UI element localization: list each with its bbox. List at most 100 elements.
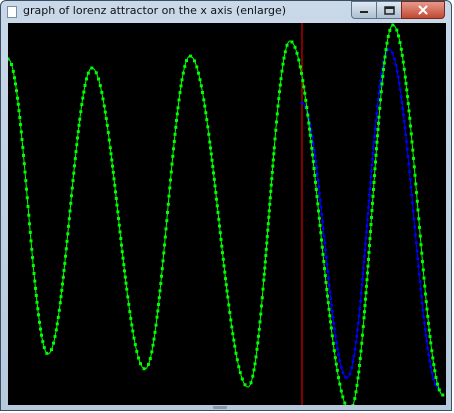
series-point [120,243,123,247]
maximize-button[interactable] [376,1,401,19]
series-point [38,320,41,324]
series-point [272,152,276,156]
series-point [370,169,373,173]
series-point [314,188,318,191]
series-point [16,102,20,106]
series-point [311,153,314,157]
series-point [19,130,23,134]
series-point [337,376,340,380]
series-point [215,197,218,201]
series-point [148,357,152,361]
series-point [373,135,376,138]
series-point [79,110,83,114]
series-point [18,116,22,119]
green-series [8,23,445,406]
series-point [55,322,59,326]
series-point [302,85,306,89]
series-point [185,59,188,63]
series-point [327,284,331,287]
series-point [409,185,413,189]
series-point [290,40,294,44]
series-point [175,119,178,122]
series-point [330,334,334,338]
series-point [123,275,127,279]
series-point [23,170,27,174]
series-point [82,90,86,94]
series-point [380,82,384,86]
series-point [424,334,428,337]
series-point [348,372,352,376]
series-point [358,307,361,310]
series-point [409,132,413,136]
series-point [269,189,273,193]
minimize-icon [360,11,368,13]
series-point [323,241,326,245]
series-point [344,376,347,379]
series-point [123,269,126,273]
series-point [403,126,407,130]
series-point [300,101,304,105]
series-point [353,397,357,400]
series-point [101,97,105,101]
series-point [415,191,418,195]
series-point [110,158,114,162]
series-point [322,234,326,237]
series-point [303,91,307,95]
series-point [221,251,224,255]
series-point [171,154,175,158]
series-point [24,179,28,183]
series-point [329,326,333,330]
series-point [264,254,268,258]
series-point [117,217,120,220]
series-point [373,167,377,171]
series-point [254,355,258,359]
series-point [324,281,328,284]
series-point [316,202,320,206]
series-point [109,152,113,156]
series-point [400,53,404,57]
series-point [308,127,311,131]
series-point [83,84,87,87]
app-icon[interactable] [7,6,17,18]
minimize-button[interactable] [351,1,376,19]
series-point [152,337,156,341]
series-point [266,228,270,232]
series-point [350,366,353,369]
series-point [367,257,370,261]
series-point [424,292,427,296]
series-point [364,242,367,246]
series-point [361,325,365,329]
series-point [399,47,403,51]
series-point [62,268,66,272]
series-point [372,188,375,191]
series-point [360,341,364,345]
series-point [412,165,416,169]
title-bar[interactable]: graph of lorenz attractor on the x axis … [1,1,451,23]
series-point [124,281,128,285]
series-point [337,353,340,356]
series-point [278,83,282,87]
series-point [28,222,31,226]
resize-grip[interactable] [213,406,227,409]
series-point [203,104,207,108]
series-point [334,362,338,366]
series-point [30,247,34,251]
plot-canvas[interactable] [8,23,446,406]
series-point [28,230,32,234]
series-point [156,309,160,313]
series-point [266,222,270,226]
series-point [32,272,36,275]
series-point [215,204,219,208]
series-point [58,301,62,305]
series-point [383,55,387,59]
series-point [231,332,235,336]
close-button[interactable] [401,1,445,19]
series-point [202,98,206,102]
series-point [223,270,227,274]
series-point [195,65,199,69]
series-point [305,106,309,109]
series-point [428,335,432,339]
series-point [426,347,429,350]
series-point [366,212,370,215]
series-point [381,75,385,78]
